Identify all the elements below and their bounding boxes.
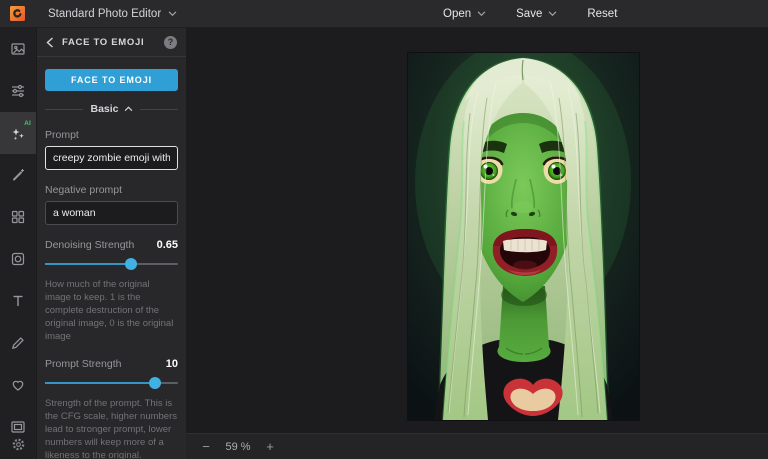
basic-section-toggle[interactable]: Basic <box>45 103 178 115</box>
tool-settings[interactable] <box>0 431 36 457</box>
adjustments-icon <box>10 83 26 99</box>
open-button[interactable]: Open <box>443 8 486 20</box>
gear-icon <box>11 437 26 452</box>
main-area: AI <box>0 28 768 459</box>
slider-description: Strength of the prompt. This is the CFG … <box>45 397 178 459</box>
status-bar: − 59 % + <box>186 433 768 459</box>
canvas-area: − 59 % + <box>186 28 768 459</box>
tool-photo[interactable] <box>0 28 36 70</box>
focus-vignette-icon <box>10 251 26 267</box>
colorcinch-logo-icon <box>9 5 26 22</box>
chevron-down-icon <box>168 11 177 17</box>
heart-icon <box>10 377 26 393</box>
slider-value: 0.65 <box>157 239 178 251</box>
negative-prompt-label: Negative prompt <box>45 184 178 196</box>
face-to-emoji-panel: FACE TO EMOJI ? FACE TO EMOJI Basic Prom… <box>36 28 186 459</box>
pencil-icon <box>10 335 26 351</box>
app-title-dropdown[interactable]: Standard Photo Editor <box>48 8 177 20</box>
app-title: Standard Photo Editor <box>48 8 161 20</box>
tool-rail: AI <box>0 28 36 459</box>
elements-grid-icon <box>10 209 26 225</box>
canvas-image[interactable] <box>408 53 639 420</box>
photo-icon <box>10 41 26 57</box>
panel-title: FACE TO EMOJI <box>62 37 156 48</box>
basic-section-label: Basic <box>90 103 118 115</box>
tool-ai-tools[interactable]: AI <box>0 112 36 154</box>
slider-label: Prompt Strength <box>45 358 121 370</box>
slider-value: 10 <box>166 358 178 370</box>
prompt-strength-slider[interactable] <box>45 377 178 389</box>
slider-label: Denoising Strength <box>45 239 134 251</box>
text-icon <box>10 293 26 309</box>
chevron-down-icon <box>477 11 486 17</box>
slider-thumb[interactable] <box>149 377 161 389</box>
reset-button[interactable]: Reset <box>587 8 617 20</box>
panel-body: FACE TO EMOJI Basic Prompt Negative prom… <box>37 57 186 459</box>
retouch-wand-icon <box>10 167 26 183</box>
denoising-strength-slider[interactable] <box>45 258 178 270</box>
prompt-strength-group: Prompt Strength 10 Strength of the promp… <box>45 358 178 459</box>
tool-elements[interactable] <box>0 196 36 238</box>
help-icon[interactable]: ? <box>164 36 177 49</box>
denoising-strength-group: Denoising Strength 0.65 How much of the … <box>45 239 178 344</box>
slider-description: How much of the original image to keep. … <box>45 278 178 344</box>
zoom-out-button[interactable]: − <box>196 437 216 457</box>
save-button[interactable]: Save <box>516 8 557 20</box>
top-bar: Standard Photo Editor Open Save Reset <box>0 0 768 28</box>
back-button[interactable] <box>46 37 54 48</box>
slider-fill <box>45 263 131 265</box>
photo-editor-app: Standard Photo Editor Open Save Reset <box>0 0 768 459</box>
ai-badge: AI <box>24 120 31 127</box>
slider-fill <box>45 382 155 384</box>
face-to-emoji-button[interactable]: FACE TO EMOJI <box>45 69 178 91</box>
tool-focus[interactable] <box>0 238 36 280</box>
chevron-left-icon <box>46 37 54 48</box>
panel-header: FACE TO EMOJI ? <box>37 28 186 57</box>
chevron-down-icon <box>548 11 557 17</box>
negative-prompt-input[interactable] <box>45 201 178 225</box>
tool-adjust[interactable] <box>0 70 36 112</box>
tool-draw[interactable] <box>0 322 36 364</box>
file-menu: Open Save Reset <box>443 0 647 28</box>
prompt-input[interactable] <box>45 146 178 170</box>
chevron-up-icon <box>124 106 133 112</box>
tool-text[interactable] <box>0 280 36 322</box>
ai-sparkles-icon <box>10 125 27 142</box>
tool-retouch[interactable] <box>0 154 36 196</box>
prompt-label: Prompt <box>45 129 178 141</box>
slider-thumb[interactable] <box>125 258 137 270</box>
tool-favorites[interactable] <box>0 364 36 406</box>
zoom-in-button[interactable]: + <box>260 437 280 457</box>
zombie-portrait-image <box>408 53 639 420</box>
zoom-level: 59 % <box>220 441 256 453</box>
slider-track[interactable] <box>45 263 178 265</box>
